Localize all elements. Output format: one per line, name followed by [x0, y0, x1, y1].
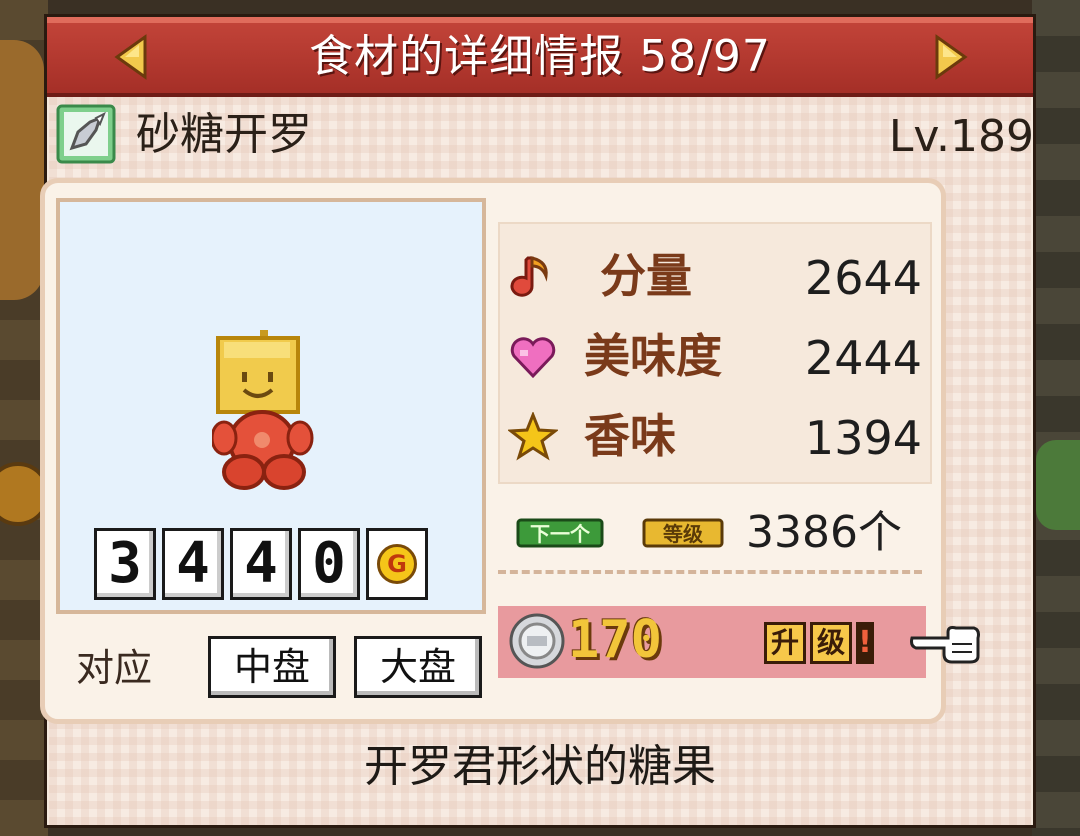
grade-tag: 等级: [642, 518, 724, 548]
silver-coin-icon: [509, 613, 565, 669]
sell-price: 3 4 4 0 G: [94, 528, 428, 604]
section-divider: [498, 570, 922, 574]
ingredient-description: 开罗君形状的糖果: [364, 741, 716, 792]
gold-coin-icon: G: [377, 544, 417, 584]
price-digit: 4: [230, 528, 292, 600]
background-plant: [1036, 440, 1080, 530]
medium-plate-button[interactable]: 中盘: [208, 636, 336, 698]
title-bar: 食材的详细情报 58/97: [47, 17, 1033, 97]
upgrade-char: 升: [764, 622, 806, 664]
stat-label: 香味: [584, 409, 676, 463]
candy-wrapper-icon: [56, 104, 116, 164]
large-plate-button[interactable]: 大盘: [354, 636, 482, 698]
price-digit: 3: [94, 528, 156, 600]
stat-value: 1394: [804, 411, 922, 465]
next-tag-text: 下一个: [530, 522, 591, 546]
next-level-count: 3386个: [746, 507, 902, 558]
upgrade-label: 升 级 !: [764, 622, 874, 666]
stat-row-portion: 分量 2644: [500, 236, 934, 316]
arrow-right-icon[interactable]: [927, 33, 975, 81]
upgrade-exclamation: !: [856, 622, 874, 664]
heart-icon: [510, 337, 556, 379]
stats-box: 分量 2644 美味度 2444 香味 1394: [498, 222, 932, 484]
stat-value: 2444: [804, 331, 922, 385]
stat-label: 分量: [600, 249, 692, 303]
star-icon: [508, 412, 558, 461]
ingredient-name: 砂糖开罗: [136, 109, 312, 160]
music-note-icon: [510, 256, 548, 297]
upgrade-cost: 170: [568, 610, 662, 670]
ingredient-level: Lv.189: [888, 111, 1034, 162]
price-digit: 4: [162, 528, 224, 600]
plate-support-label: 对应: [76, 646, 153, 690]
gold-currency-box: G: [366, 528, 428, 600]
background-decoration: [0, 40, 44, 300]
kairo-candy-figure: [212, 330, 314, 490]
item-counter: 58/97: [639, 31, 771, 82]
next-tag: 下一个: [516, 518, 604, 548]
grade-tag-text: 等级: [663, 522, 703, 546]
price-digit: 0: [298, 528, 360, 600]
stat-row-aroma: 香味 1394: [500, 396, 934, 476]
upgrade-char: 级: [810, 622, 852, 664]
background-right: [1032, 0, 1080, 836]
title-text: 食材的详细情报: [309, 31, 625, 82]
stat-row-taste: 美味度 2444: [500, 316, 934, 396]
stat-value: 2644: [804, 251, 922, 305]
stat-label: 美味度: [584, 329, 722, 383]
pointing-hand-icon: [910, 626, 980, 664]
window-title: 食材的详细情报 58/97: [47, 31, 1033, 83]
